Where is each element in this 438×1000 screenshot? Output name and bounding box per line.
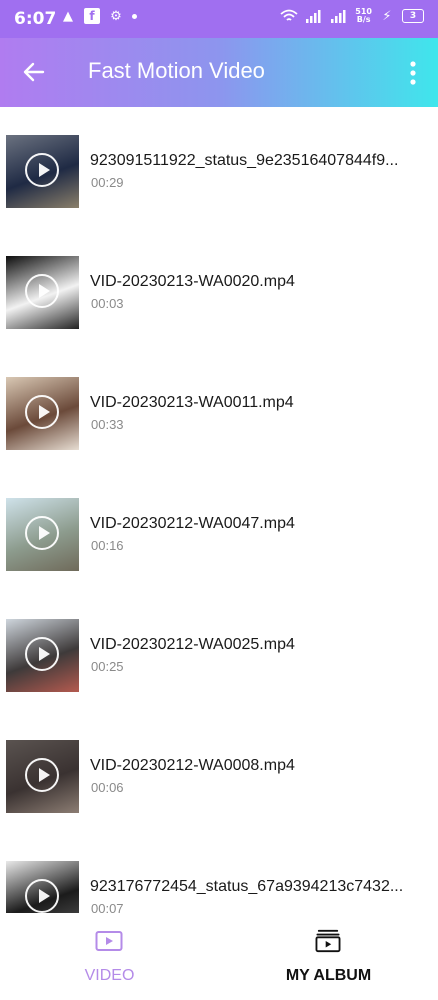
video-thumbnail <box>6 498 79 571</box>
play-circle-icon <box>25 758 59 792</box>
play-circle-icon <box>25 153 59 187</box>
wifi-icon <box>280 9 298 21</box>
album-icon <box>315 929 341 953</box>
video-thumbnail <box>6 619 79 692</box>
facebook-icon: f <box>84 8 100 24</box>
arrow-left-icon[interactable] <box>22 60 46 84</box>
charging-icon: ⚡ <box>382 8 392 24</box>
play-circle-icon <box>25 879 59 913</box>
tab-my-album-label: MY ALBUM <box>285 967 372 984</box>
play-circle-icon <box>25 274 59 308</box>
video-duration: 00:25 <box>91 659 124 674</box>
net-speed-unit: B/s <box>356 15 371 24</box>
more-vertical-icon[interactable] <box>408 60 418 86</box>
video-name: 923091511922_status_9e23516407844f9... <box>90 152 399 169</box>
app-bar: Fast Motion Video <box>0 38 438 107</box>
flask-icon: ▲ <box>63 8 73 24</box>
tab-video-label: VIDEO <box>84 967 135 984</box>
tab-video[interactable]: VIDEO <box>0 913 219 1000</box>
notification-icons: ▲ f ⚙ <box>60 8 137 24</box>
video-list[interactable]: 923091511922_status_9e23516407844f9... 00… <box>0 107 438 913</box>
video-duration: 00:07 <box>91 901 124 913</box>
video-name: VID-20230212-WA0008.mp4 <box>90 757 295 774</box>
play-circle-icon <box>25 637 59 671</box>
video-duration: 00:33 <box>91 417 124 432</box>
video-name: VID-20230212-WA0047.mp4 <box>90 515 295 532</box>
video-thumbnail <box>6 256 79 329</box>
play-circle-icon <box>25 395 59 429</box>
list-item[interactable]: VID-20230212-WA0047.mp4 00:16 <box>0 470 438 571</box>
video-duration: 00:16 <box>91 538 124 553</box>
video-name: 923176772454_status_67a9394213c7432... <box>90 878 404 895</box>
list-item[interactable]: 923091511922_status_9e23516407844f9... 00… <box>0 107 438 208</box>
video-duration: 00:06 <box>91 780 124 795</box>
video-duration: 00:03 <box>91 296 124 311</box>
battery-icon: 3 <box>402 9 424 23</box>
list-item[interactable]: 923176772454_status_67a9394213c7432... 00… <box>0 833 438 913</box>
signal-icon <box>306 9 321 23</box>
status-right-icons: 510 B/s ⚡ 3 <box>280 8 424 24</box>
top-header: 6:07 ▲ f ⚙ 510 B/s ⚡ 3 Fast Motion Video <box>0 0 438 107</box>
more-notifications-dot-icon <box>132 13 137 19</box>
list-item[interactable]: VID-20230213-WA0011.mp4 00:33 <box>0 349 438 450</box>
tab-my-album[interactable]: MY ALBUM <box>219 913 438 1000</box>
video-thumbnail <box>6 135 79 208</box>
video-name: VID-20230213-WA0011.mp4 <box>90 394 294 411</box>
page-title: Fast Motion Video <box>88 58 265 83</box>
play-circle-icon <box>25 516 59 550</box>
video-name: VID-20230212-WA0025.mp4 <box>90 636 295 653</box>
gear-icon: ⚙ <box>110 8 122 24</box>
video-name: VID-20230213-WA0020.mp4 <box>90 273 295 290</box>
list-item[interactable]: VID-20230213-WA0020.mp4 00:03 <box>0 228 438 329</box>
video-thumbnail <box>6 377 79 450</box>
bottom-navigation: VIDEO MY ALBUM <box>0 913 438 1000</box>
video-play-icon <box>95 931 123 951</box>
status-time: 6:07 <box>14 9 57 29</box>
video-duration: 00:29 <box>91 175 124 190</box>
list-item[interactable]: VID-20230212-WA0008.mp4 00:06 <box>0 712 438 813</box>
status-bar: 6:07 ▲ f ⚙ 510 B/s ⚡ 3 <box>0 0 438 38</box>
net-speed: 510 B/s <box>355 8 372 24</box>
signal-icon-2 <box>331 9 346 23</box>
video-thumbnail <box>6 861 79 913</box>
video-thumbnail <box>6 740 79 813</box>
list-item[interactable]: VID-20230212-WA0025.mp4 00:25 <box>0 591 438 692</box>
